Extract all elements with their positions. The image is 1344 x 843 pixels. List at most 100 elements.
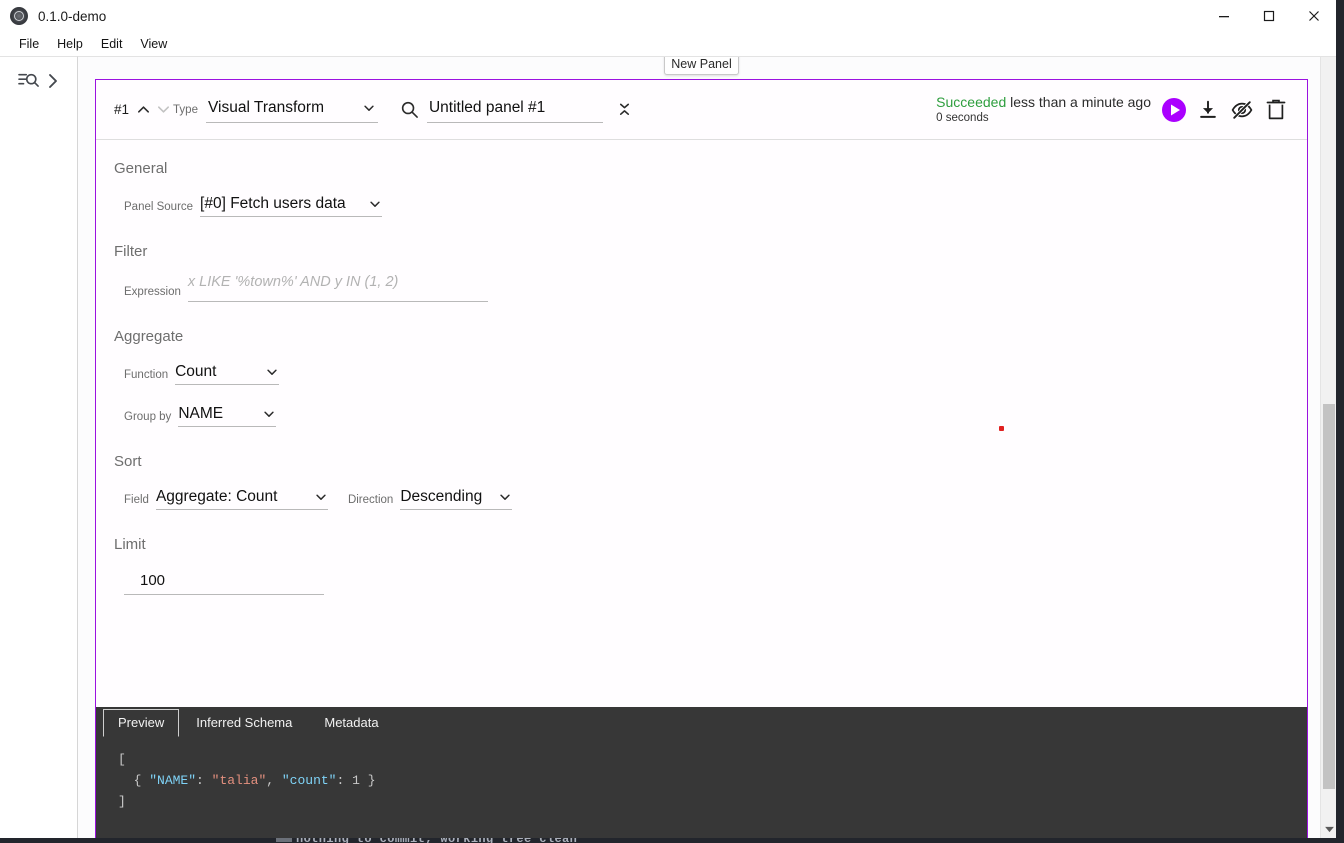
status-result: Succeeded [936, 93, 1007, 110]
scroll-down-button[interactable] [1321, 821, 1336, 837]
chevron-down-icon [252, 407, 276, 421]
panel-type-value: Visual Transform [207, 99, 324, 116]
sort-direction-label: Direction [347, 494, 394, 506]
function-label: Function [124, 369, 169, 381]
cursor-marker-dot [999, 426, 1004, 431]
trash-icon [1266, 99, 1286, 119]
json-value-name: "talia" [211, 773, 267, 789]
close-button[interactable] [1291, 0, 1336, 32]
move-panel-up-button[interactable] [133, 99, 153, 121]
maximize-icon [1263, 10, 1274, 22]
panel-source-value: [#0] Fetch users data [200, 194, 346, 212]
json-close-bracket: ] [118, 794, 126, 810]
function-select[interactable]: Count [175, 359, 280, 385]
menu-item-file[interactable]: File [10, 34, 48, 54]
section-general: General Panel Source [#0] Fetch users da… [114, 160, 1307, 217]
desktop-root: On branch master nothing to commit, work… [0, 0, 1344, 843]
section-filter: Filter Expression x LIKE '%town%' AND y … [114, 243, 1307, 302]
sort-field-label: Field [124, 494, 149, 506]
section-title-limit: Limit [114, 536, 146, 553]
panel-type-select[interactable]: Visual Transform [205, 97, 378, 123]
download-panel-button[interactable] [1191, 93, 1225, 127]
json-comma: , [266, 773, 282, 789]
chevron-down-icon [358, 197, 382, 211]
search-icon [401, 101, 418, 118]
sort-direction-select[interactable]: Descending [400, 484, 513, 510]
chevron-down-icon [488, 490, 512, 504]
json-open-bracket: [ [118, 752, 126, 767]
chevron-right-icon[interactable] [46, 72, 60, 90]
new-panel-button[interactable]: New Panel [664, 57, 739, 75]
move-panel-down-button[interactable] [153, 99, 173, 121]
collapse-panel-button[interactable] [615, 97, 635, 123]
window-controls [1201, 0, 1336, 32]
section-sort: Sort Field Aggregate: Count Direction De… [114, 453, 1307, 510]
panel-source-label: Panel Source [124, 201, 194, 213]
manage-search-icon[interactable] [18, 71, 40, 91]
section-title-general: General [114, 160, 168, 177]
tab-preview[interactable]: Preview [103, 709, 180, 737]
status-duration: 0 seconds [936, 112, 989, 125]
limit-value: 100 [140, 572, 166, 589]
panel-title-input[interactable]: Untitled panel #1 [426, 97, 603, 123]
window-body: New Panel #1 Type Visual Transform Untit… [0, 56, 1336, 838]
preview-dock: Preview Inferred Schema Metadata [ { "NA… [96, 707, 1307, 838]
json-row-close: } [359, 773, 376, 789]
panel-header: #1 Type Visual Transform Untitled panel … [96, 80, 1307, 140]
menu-item-view[interactable]: View [131, 34, 176, 54]
section-title-filter: Filter [114, 243, 148, 260]
left-sidebar [0, 56, 78, 838]
panel-source-select[interactable]: [#0] Fetch users data [200, 191, 383, 217]
status-summary: Succeeded less than a minute ago [936, 94, 1151, 112]
type-label: Type [173, 103, 198, 116]
minimize-icon [1218, 16, 1229, 18]
expression-placeholder: x LIKE '%town%' AND y IN (1, 2) [187, 274, 399, 290]
json-value-count: 1 [352, 773, 360, 789]
maximize-button[interactable] [1246, 0, 1291, 32]
minimize-button[interactable] [1201, 0, 1246, 32]
expression-label: Expression [124, 286, 181, 298]
chevron-down-icon [352, 101, 376, 115]
field-function: Function Count [124, 359, 1307, 385]
function-value: Count [175, 362, 217, 380]
preview-tab-bar: Preview Inferred Schema Metadata [96, 707, 1307, 737]
menu-item-help[interactable]: Help [48, 34, 92, 54]
eye-off-icon [1231, 100, 1253, 119]
content-area: New Panel #1 Type Visual Transform Untit… [78, 56, 1336, 838]
run-panel-button[interactable] [1157, 93, 1191, 127]
preview-json-output: [ { "NAME": "talia", "count": 1 } ] [96, 737, 1307, 812]
groupby-label: Group by [124, 411, 172, 423]
scrollbar-thumb[interactable] [1323, 404, 1335, 789]
field-groupby: Group by NAME [124, 401, 1307, 427]
field-panel-source: Panel Source [#0] Fetch users data [124, 191, 1307, 217]
field-sort: Field Aggregate: Count Direction Descend… [124, 484, 1307, 510]
close-icon [1308, 11, 1319, 21]
caret-down-icon [1324, 826, 1334, 832]
section-title-sort: Sort [114, 453, 142, 470]
panel-form: General Panel Source [#0] Fetch users da… [96, 140, 1307, 595]
window-title: 0.1.0-demo [38, 8, 107, 24]
groupby-select[interactable]: NAME [178, 401, 277, 427]
sidebar-icon-group [0, 71, 77, 91]
delete-panel-button[interactable] [1259, 93, 1293, 127]
panel-index-label: #1 [114, 102, 130, 117]
chevron-up-icon [137, 106, 149, 113]
json-colon-1: : [196, 773, 212, 789]
panel-search-button[interactable] [400, 100, 419, 119]
json-colon-2: : [336, 773, 353, 789]
tab-inferred-schema[interactable]: Inferred Schema [181, 709, 307, 737]
content-vertical-scrollbar[interactable] [1320, 57, 1336, 838]
hide-panel-button[interactable] [1225, 93, 1259, 127]
panel-card: #1 Type Visual Transform Untitled panel … [95, 79, 1308, 838]
unfold-less-icon [620, 103, 630, 115]
status-time-ago: less than a minute ago [1010, 93, 1151, 110]
menu-item-edit[interactable]: Edit [92, 34, 132, 54]
expression-input[interactable]: x LIKE '%town%' AND y IN (1, 2) [187, 274, 488, 302]
tab-metadata[interactable]: Metadata [309, 709, 393, 737]
limit-input[interactable]: 100 [124, 567, 324, 595]
app-logo-icon [10, 7, 28, 25]
sort-field-select[interactable]: Aggregate: Count [155, 484, 328, 510]
title-bar: 0.1.0-demo [0, 0, 1336, 32]
sort-direction-value: Descending [400, 487, 483, 505]
groupby-value: NAME [178, 404, 224, 422]
